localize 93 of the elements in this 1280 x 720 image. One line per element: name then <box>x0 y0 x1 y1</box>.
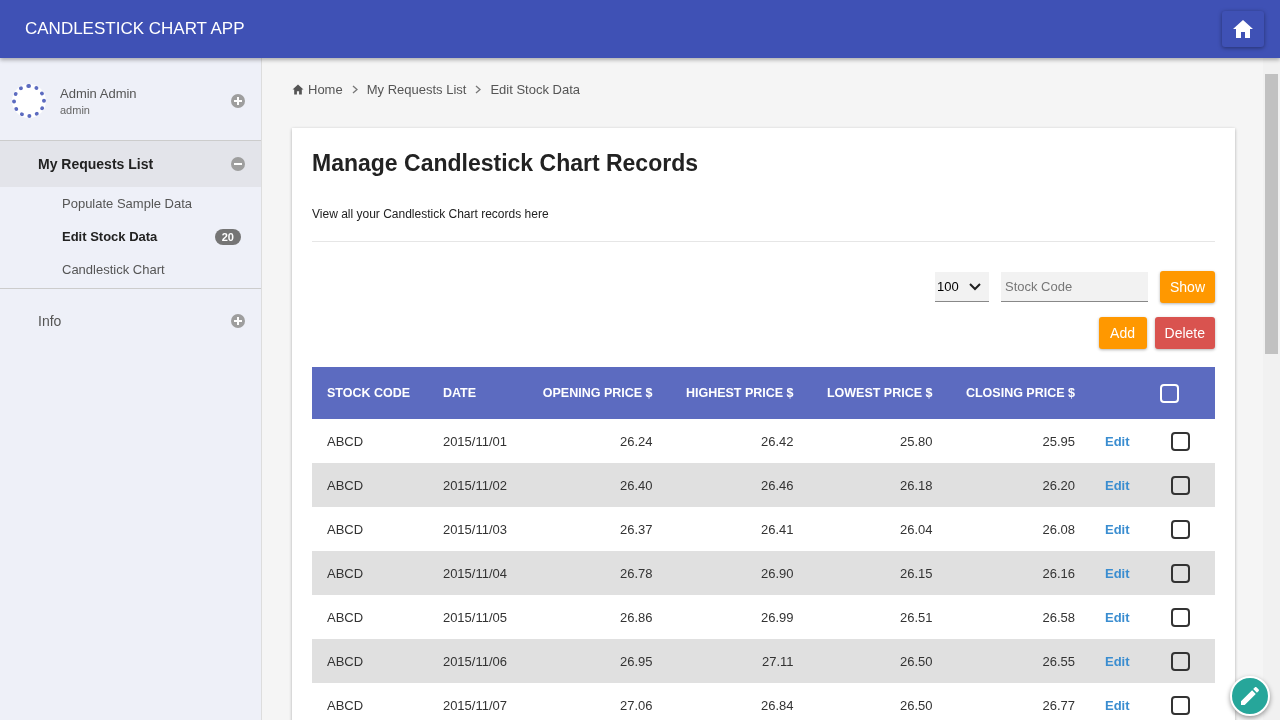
table-cell: ABCD <box>312 551 428 595</box>
table-cell: 2015/11/07 <box>427 683 525 720</box>
table-cell: ABCD <box>312 507 428 551</box>
avatar <box>12 84 46 118</box>
table-cell: 2015/11/05 <box>427 595 525 639</box>
table-cell: 26.41 <box>667 507 809 551</box>
table-cell: 26.16 <box>947 551 1090 595</box>
column-header: LOWEST PRICE $ <box>808 367 948 419</box>
table-cell: 26.24 <box>524 419 668 463</box>
table-cell: 26.37 <box>524 507 668 551</box>
home-icon <box>292 83 304 95</box>
chevron-icon <box>475 84 482 94</box>
table-cell: ABCD <box>312 639 428 683</box>
card-subtitle: View all your Candlestick Chart records here <box>312 207 550 221</box>
table-cell: 26.46 <box>667 463 809 507</box>
edit-link[interactable]: Edit <box>1105 521 1130 537</box>
table-cell: 2015/11/04 <box>427 551 525 595</box>
edit-link[interactable]: Edit <box>1105 565 1130 581</box>
checkbox[interactable] <box>1170 607 1190 627</box>
action-button[interactable]: Show <box>1159 271 1215 303</box>
chevron-icon <box>351 84 358 94</box>
table-cell: 26.90 <box>667 551 809 595</box>
scrollbar[interactable] <box>1263 58 1280 720</box>
table-cell: 26.77 <box>947 683 1090 720</box>
checkbox[interactable] <box>1170 519 1190 539</box>
table-cell: 26.08 <box>947 507 1090 551</box>
menu-group[interactable]: Info <box>0 298 261 344</box>
table-cell: 25.95 <box>947 419 1090 463</box>
user-role: admin <box>60 104 91 116</box>
column-header: CLOSING PRICE $ <box>947 367 1090 419</box>
chevron-down-icon <box>968 282 981 291</box>
menu-item[interactable]: Populate Sample Data <box>0 187 261 220</box>
table-cell: 26.86 <box>524 595 668 639</box>
table-cell: 26.42 <box>667 419 809 463</box>
expand-icon[interactable] <box>231 314 245 328</box>
checkbox[interactable] <box>1170 475 1190 495</box>
edit-link[interactable]: Edit <box>1105 433 1130 449</box>
breadcrumb-current: Edit Stock Data <box>490 81 580 97</box>
table-cell: 26.99 <box>667 595 809 639</box>
checkbox[interactable] <box>1170 695 1190 715</box>
home-button[interactable] <box>1222 11 1264 47</box>
stock-code-field[interactable]: Stock Code <box>1000 272 1148 302</box>
table-cell: ABCD <box>312 419 428 463</box>
column-header: DATE <box>427 367 525 419</box>
menu-item[interactable]: Candlestick Chart <box>0 253 261 286</box>
breadcrumb-link[interactable]: Home <box>292 81 343 97</box>
menu-group[interactable]: My Requests List <box>0 141 261 187</box>
column-header: HIGHEST PRICE $ <box>667 367 809 419</box>
table-cell: 27.11 <box>667 639 809 683</box>
table-cell: 26.51 <box>808 595 948 639</box>
checkbox[interactable] <box>1170 651 1190 671</box>
edit-link[interactable]: Edit <box>1105 697 1130 713</box>
edit-link[interactable]: Edit <box>1105 477 1130 493</box>
table-cell: 2015/11/06 <box>427 639 525 683</box>
table-cell: 26.40 <box>524 463 668 507</box>
column-header: STOCK CODE <box>312 367 428 419</box>
collapse-icon[interactable] <box>231 157 245 171</box>
action-button[interactable]: Delete <box>1154 317 1215 349</box>
menu-item[interactable]: Edit Stock Data 20 <box>0 220 261 253</box>
table-cell: 2015/11/01 <box>427 419 525 463</box>
app-title: CANDLESTICK CHART APP <box>25 19 245 39</box>
table-cell: 27.06 <box>524 683 668 720</box>
table-cell: 26.15 <box>808 551 948 595</box>
count-badge: 20 <box>214 228 241 245</box>
table-cell: 26.50 <box>808 639 948 683</box>
table-cell: 26.04 <box>808 507 948 551</box>
table-cell: 25.80 <box>808 419 948 463</box>
pencil-icon <box>1238 684 1262 708</box>
table-cell: 26.78 <box>524 551 668 595</box>
table-cell: 26.20 <box>947 463 1090 507</box>
user-name: Admin Admin <box>60 86 138 101</box>
edit-link[interactable]: Edit <box>1105 653 1130 669</box>
checkbox[interactable] <box>1170 563 1190 583</box>
column-header: OPENING PRICE $ <box>524 367 668 419</box>
table-cell: 26.84 <box>667 683 809 720</box>
table-cell: 26.50 <box>808 683 948 720</box>
table-cell: 26.18 <box>808 463 948 507</box>
checkbox[interactable] <box>1170 431 1190 451</box>
table-cell: 26.58 <box>947 595 1090 639</box>
table-cell: ABCD <box>312 463 428 507</box>
action-button[interactable]: Add <box>1098 317 1147 349</box>
table-cell: 26.55 <box>947 639 1090 683</box>
table-cell: 26.95 <box>524 639 668 683</box>
table-cell: 2015/11/03 <box>427 507 525 551</box>
home-icon <box>1232 19 1254 39</box>
breadcrumb-link[interactable]: My Requests List <box>366 81 467 97</box>
table-cell: ABCD <box>312 683 428 720</box>
table-cell: 2015/11/02 <box>427 463 525 507</box>
expand-icon[interactable] <box>231 94 245 108</box>
card-title: Manage Candlestick Chart Records <box>312 150 699 177</box>
edit-link[interactable]: Edit <box>1105 609 1130 625</box>
page-size-select[interactable]: 100 <box>934 272 989 302</box>
table-cell: ABCD <box>312 595 428 639</box>
